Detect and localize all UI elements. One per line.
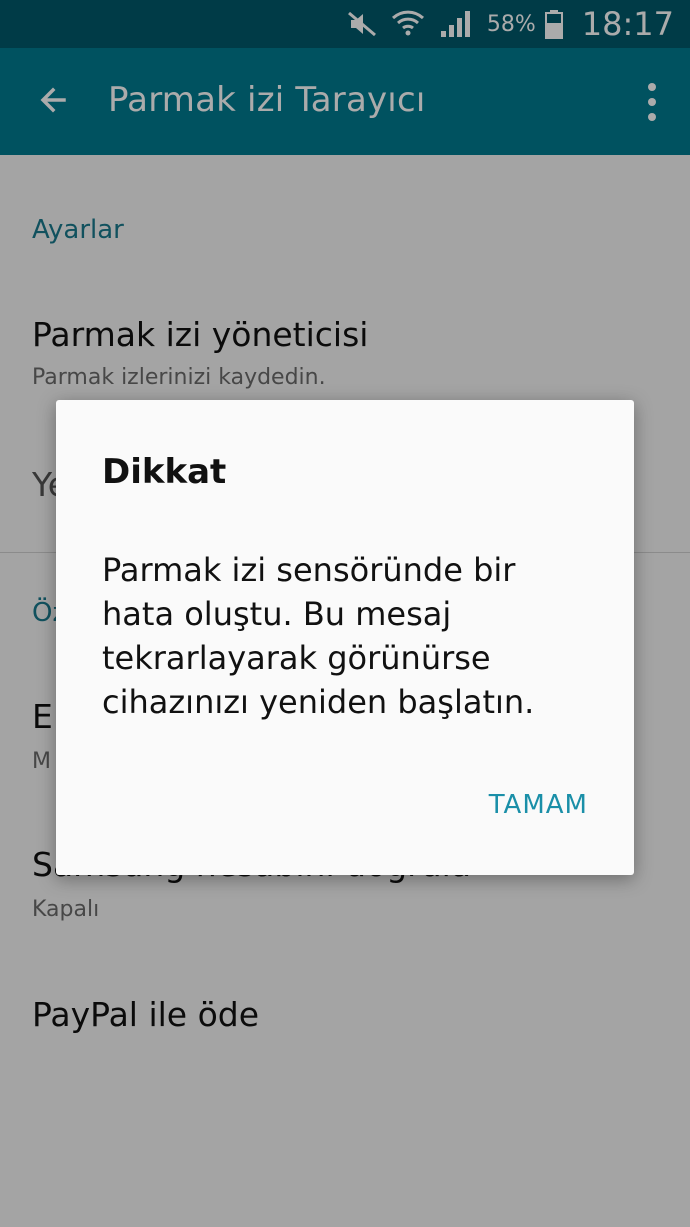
dialog-title: Dikkat — [102, 452, 227, 492]
dialog-message: Parmak izi sensöründe bir hata oluştu. B… — [102, 551, 535, 721]
ok-button[interactable]: TAMAM — [489, 790, 588, 820]
alert-dialog: Dikkat Parmak izi sensöründe bir hata ol… — [56, 400, 634, 875]
